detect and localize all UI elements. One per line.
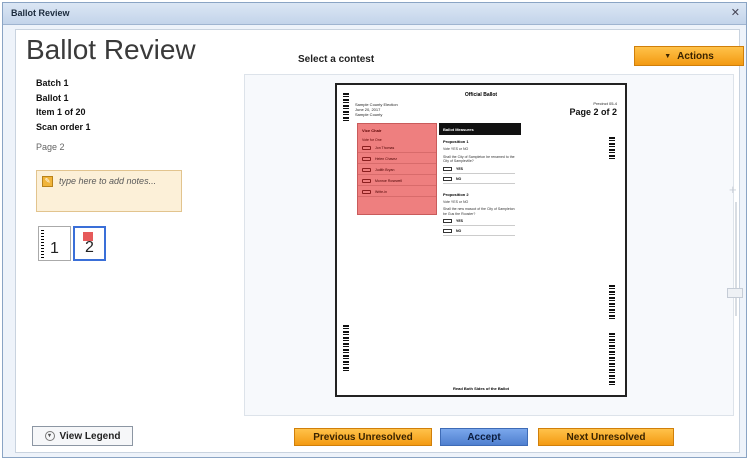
candidate-name: Write-in (375, 190, 387, 194)
chevron-down-icon: ▼ (664, 52, 672, 60)
candidate-name: Monroe Rosewell (375, 179, 403, 183)
item-label: Item 1 of 20 (36, 107, 86, 117)
contest-title: Vice Chair (362, 128, 382, 133)
ballot-page-label: Page 2 of 2 (569, 107, 617, 117)
barcode-icon (343, 325, 349, 373)
view-legend-button[interactable]: ▾ View Legend (32, 426, 133, 446)
chevron-down-icon: ▾ (44, 431, 55, 441)
thumbnail-label: 2 (85, 239, 94, 256)
proposition-question: Shall the City of Sampleton be renamed t… (443, 154, 515, 164)
candidate-name: Judith Bryan (375, 168, 395, 172)
note-icon: ✎ (42, 176, 53, 187)
proposition-prompt: Vote YES or NO (443, 147, 469, 151)
previous-unresolved-button[interactable]: Previous Unresolved (294, 428, 432, 446)
notes-placeholder: type here to add notes... (59, 176, 157, 186)
option-label: NO (456, 176, 462, 181)
proposition-title: Proposition 2 (443, 191, 469, 197)
vote-oval-icon (362, 168, 371, 172)
main-content: Ballot Review Select a contest ▼ Actions… (15, 29, 744, 453)
zoom-in-icon[interactable]: + (729, 182, 737, 197)
accept-button[interactable]: Accept (440, 428, 528, 446)
proposition-option[interactable]: NO (443, 176, 515, 184)
ballot-header: Official Ballot (464, 92, 498, 98)
next-unresolved-button[interactable]: Next Unresolved (538, 428, 674, 446)
candidate-name: Jon Thomas (375, 146, 395, 150)
title-bar: Ballot Review ✕ (3, 3, 746, 25)
vote-oval-icon (443, 229, 452, 233)
page-label: Page 2 (36, 142, 65, 152)
vote-oval-icon (362, 179, 371, 183)
zoom-slider-track[interactable] (735, 202, 737, 316)
thumbnail-label: 1 (50, 240, 59, 257)
vote-oval-icon (443, 176, 452, 181)
vote-oval-icon (362, 146, 371, 150)
batch-label: Batch 1 (36, 78, 69, 88)
measures-header: Ballot Measures (439, 123, 521, 135)
contest-vote-for: Vote for One (362, 138, 382, 142)
vote-oval-icon (443, 166, 452, 171)
view-legend-label: View Legend (59, 430, 121, 442)
vote-oval-icon (443, 219, 452, 223)
candidate-row[interactable]: Jon Thomas (358, 144, 436, 153)
ballot-review-window: Ballot Review ✕ Ballot Review Select a c… (2, 2, 747, 458)
proposition-title: Proposition 1 (443, 139, 469, 144)
thumbnail-page-2[interactable]: 2 (73, 226, 106, 261)
meta-line: Sample County (355, 112, 383, 117)
actions-label: Actions (677, 50, 714, 62)
precinct-label: Precinct 05-4 (593, 101, 617, 106)
candidate-row[interactable]: Monroe Rosewell (358, 177, 436, 186)
ballot-meta-left: Sample County Election June 20, 2017 Sam… (355, 102, 398, 117)
candidate-name: Helen Chavez (375, 157, 397, 161)
proposition-question: Shall the new mascot of the City of Samp… (443, 207, 515, 216)
actions-button[interactable]: ▼ Actions (634, 46, 744, 66)
proposition-option[interactable]: NO (443, 228, 515, 236)
ballot-image: Official Ballot Sample County Election J… (335, 83, 627, 397)
vote-oval-icon (362, 190, 371, 194)
zoom-slider-thumb[interactable] (727, 288, 743, 298)
ballot-label: Ballot 1 (36, 92, 69, 103)
close-icon[interactable]: ✕ (731, 6, 740, 19)
proposition-prompt: Vote YES or NO (443, 199, 469, 204)
select-contest-label: Select a contest (298, 54, 375, 65)
candidate-row[interactable]: Judith Bryan (358, 166, 436, 175)
candidate-row[interactable]: Helen Chavez (358, 155, 436, 164)
candidate-row[interactable]: Write-in (358, 188, 436, 197)
ballot-viewer: Official Ballot Sample County Election J… (244, 74, 734, 416)
option-label: YES (456, 166, 464, 171)
proposition-option[interactable]: YES (443, 166, 515, 174)
barcode-icon (609, 285, 615, 319)
scan-order-label: Scan order 1 (36, 121, 91, 132)
page-title: Ballot Review (26, 34, 196, 65)
ballot-measures[interactable]: Ballot Measures Proposition 1 Vote YES o… (439, 123, 521, 271)
barcode-icon (609, 333, 615, 385)
barcode-icon (343, 93, 349, 123)
barcode-icon (609, 137, 615, 159)
ballot-footer: Read Both Sides of the Ballot (452, 386, 509, 391)
window-title: Ballot Review (11, 8, 70, 18)
vote-oval-icon (362, 157, 371, 161)
proposition-option[interactable]: YES (443, 218, 515, 226)
page-thumbnails: 1 2 (38, 226, 106, 261)
ballot-info: Batch 1 Ballot 1 Item 1 of 20 Scan order… (36, 76, 91, 155)
option-label: YES (456, 219, 464, 223)
option-label: NO (456, 229, 462, 233)
contest-vice-chair[interactable]: Vice Chair Vote for One Jon Thomas Helen… (357, 123, 437, 215)
thumbnail-page-1[interactable]: 1 (38, 226, 71, 261)
notes-field[interactable]: ✎ type here to add notes... (36, 170, 182, 212)
